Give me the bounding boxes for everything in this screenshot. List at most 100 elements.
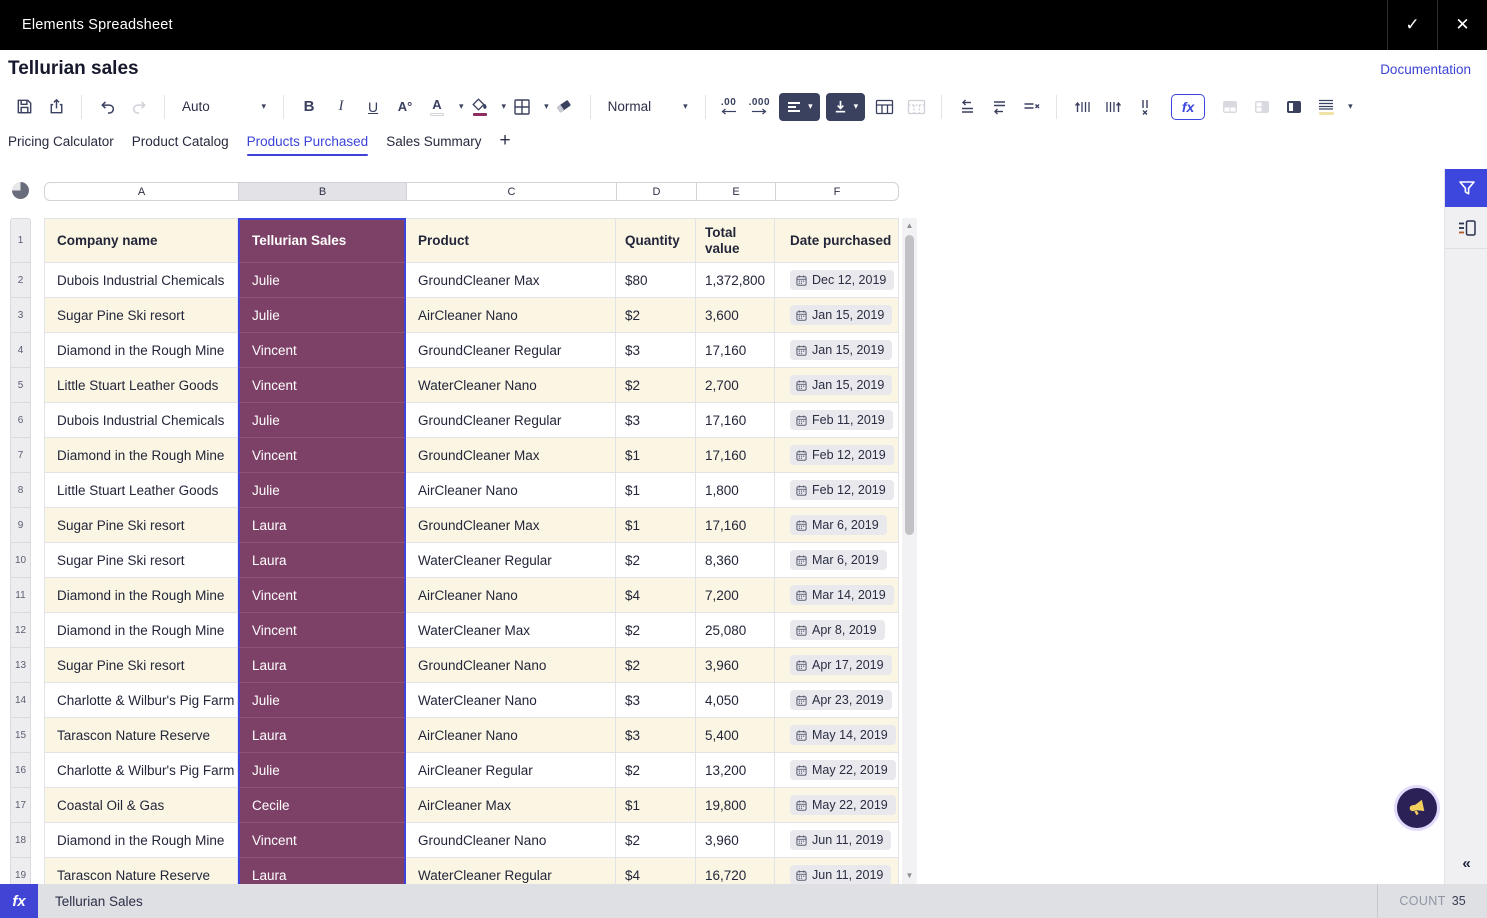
cell-date-purchased[interactable]: Date purchased [775,218,899,263]
date-badge[interactable]: Mar 6, 2019 [790,550,887,570]
cell-quantity[interactable]: Quantity [616,218,696,263]
cell-product[interactable]: WaterCleaner Nano [406,368,616,403]
undo-button[interactable] [93,93,121,121]
column-header-D[interactable]: D [617,183,697,200]
save-button[interactable] [10,93,38,121]
cell-date-purchased[interactable]: Feb 12, 2019 [775,438,899,473]
cell-company[interactable]: Diamond in the Rough Mine [44,438,238,473]
underline-button[interactable]: U [359,93,387,121]
redo-button[interactable] [125,93,153,121]
cell-quantity[interactable]: $2 [616,543,696,578]
cell-sales-rep[interactable]: Vincent [238,438,406,473]
insert-column-left-button[interactable] [1068,93,1096,121]
cell-total-value[interactable]: 3,960 [696,823,775,858]
date-badge[interactable]: Dec 12, 2019 [790,270,894,290]
cell-product[interactable]: WaterCleaner Nano [406,683,616,718]
date-badge[interactable]: Apr 8, 2019 [790,620,885,640]
cell-product[interactable]: AirCleaner Regular [406,753,616,788]
delete-row-button[interactable] [1017,93,1045,121]
cell-product[interactable]: WaterCleaner Max [406,613,616,648]
cell-sales-rep[interactable]: Julie [238,683,406,718]
row-header-5[interactable]: 5 [10,368,31,403]
text-color-button[interactable]: A [423,93,451,121]
cell-product[interactable]: GroundCleaner Nano [406,823,616,858]
cell-total-value[interactable]: 17,160 [696,333,775,368]
row-header-9[interactable]: 9 [10,508,31,543]
tab-sales-summary[interactable]: Sales Summary [386,129,481,157]
date-badge[interactable]: Jan 15, 2019 [790,375,892,395]
cell-total-value[interactable]: 25,080 [696,613,775,648]
cell-company[interactable]: Diamond in the Rough Mine [44,333,238,368]
cell-company[interactable]: Little Stuart Leather Goods [44,368,238,403]
cell-sales-rep[interactable]: Laura [238,718,406,753]
row-header-13[interactable]: 13 [10,648,31,683]
cell-total-value[interactable]: 1,372,800 [696,263,775,298]
text-color-caret-icon[interactable]: ▾ [459,102,464,111]
cell-product[interactable]: GroundCleaner Max [406,438,616,473]
decrease-decimals-button[interactable]: .00 [721,98,737,115]
date-badge[interactable]: Apr 17, 2019 [790,655,892,675]
cell-date-purchased[interactable]: Jan 15, 2019 [775,333,899,368]
cell-quantity[interactable]: $2 [616,648,696,683]
cell-sales-rep[interactable]: Vincent [238,613,406,648]
date-badge[interactable]: Mar 6, 2019 [790,515,887,535]
cell-product[interactable]: AirCleaner Nano [406,298,616,333]
cell-company[interactable]: Diamond in the Rough Mine [44,613,238,648]
cell-date-purchased[interactable]: May 22, 2019 [775,788,899,823]
unmerge-cells-button[interactable] [902,93,930,121]
row-header-10[interactable]: 10 [10,543,31,578]
date-badge[interactable]: Feb 12, 2019 [790,445,894,465]
cell-date-purchased[interactable]: Dec 12, 2019 [775,263,899,298]
cell-quantity[interactable]: $2 [616,613,696,648]
cell-date-purchased[interactable]: Jan 15, 2019 [775,368,899,403]
cell-company[interactable]: Company name [44,218,238,263]
cell-quantity[interactable]: $1 [616,473,696,508]
cell-company[interactable]: Sugar Pine Ski resort [44,508,238,543]
cell-total-value[interactable]: 17,160 [696,403,775,438]
cell-quantity[interactable]: $80 [616,263,696,298]
scroll-down-icon[interactable]: ▼ [902,871,917,880]
row-header-15[interactable]: 15 [10,718,31,753]
freeze-rows-button[interactable] [1216,93,1244,121]
cell-date-purchased[interactable]: May 22, 2019 [775,753,899,788]
cell-sales-rep[interactable]: Julie [238,473,406,508]
cell-total-value[interactable]: 3,960 [696,648,775,683]
date-badge[interactable]: Jun 11, 2019 [790,830,891,850]
cell-sales-rep[interactable]: Vincent [238,368,406,403]
cell-total-value[interactable]: 4,050 [696,683,775,718]
cell-company[interactable]: Tarascon Nature Reserve [44,858,238,884]
confirm-button[interactable]: ✓ [1387,0,1437,50]
cell-quantity[interactable]: $3 [616,718,696,753]
format-panel-button[interactable] [1445,207,1487,249]
cell-product[interactable]: GroundCleaner Regular [406,403,616,438]
cell-product[interactable]: WaterCleaner Regular [406,543,616,578]
date-badge[interactable]: Jan 15, 2019 [790,305,892,325]
row-header-1[interactable]: 1 [10,218,31,263]
cell-total-value[interactable]: 17,160 [696,508,775,543]
cell-product[interactable]: GroundCleaner Regular [406,333,616,368]
cell-product[interactable]: GroundCleaner Max [406,263,616,298]
date-badge[interactable]: May 14, 2019 [790,725,896,745]
cell-company[interactable]: Coastal Oil & Gas [44,788,238,823]
cell-date-purchased[interactable]: Apr 8, 2019 [775,613,899,648]
cell-product[interactable]: WaterCleaner Regular [406,858,616,884]
date-badge[interactable]: Jan 15, 2019 [790,340,892,360]
cell-sales-rep[interactable]: Laura [238,648,406,683]
cell-company[interactable]: Tarascon Nature Reserve [44,718,238,753]
cell-company[interactable]: Dubois Industrial Chemicals [44,403,238,438]
cell-sales-rep[interactable]: Julie [238,263,406,298]
date-badge[interactable]: May 22, 2019 [790,760,896,780]
date-badge[interactable]: May 22, 2019 [790,795,896,815]
cell-date-purchased[interactable]: Mar 14, 2019 [775,578,899,613]
cell-total-value[interactable]: 1,800 [696,473,775,508]
cell-total-value[interactable]: 16,720 [696,858,775,884]
row-header-19[interactable]: 19 [10,858,31,884]
freeze-panes-button[interactable] [1280,93,1308,121]
close-button[interactable]: ✕ [1437,0,1487,50]
text-style-dropdown[interactable]: Normal ▾ [602,93,694,121]
number-format-dropdown[interactable]: Auto ▾ [176,93,272,121]
insert-row-above-button[interactable] [953,93,981,121]
cell-date-purchased[interactable]: May 14, 2019 [775,718,899,753]
cell-quantity[interactable]: $3 [616,333,696,368]
cell-sales-rep[interactable]: Vincent [238,823,406,858]
